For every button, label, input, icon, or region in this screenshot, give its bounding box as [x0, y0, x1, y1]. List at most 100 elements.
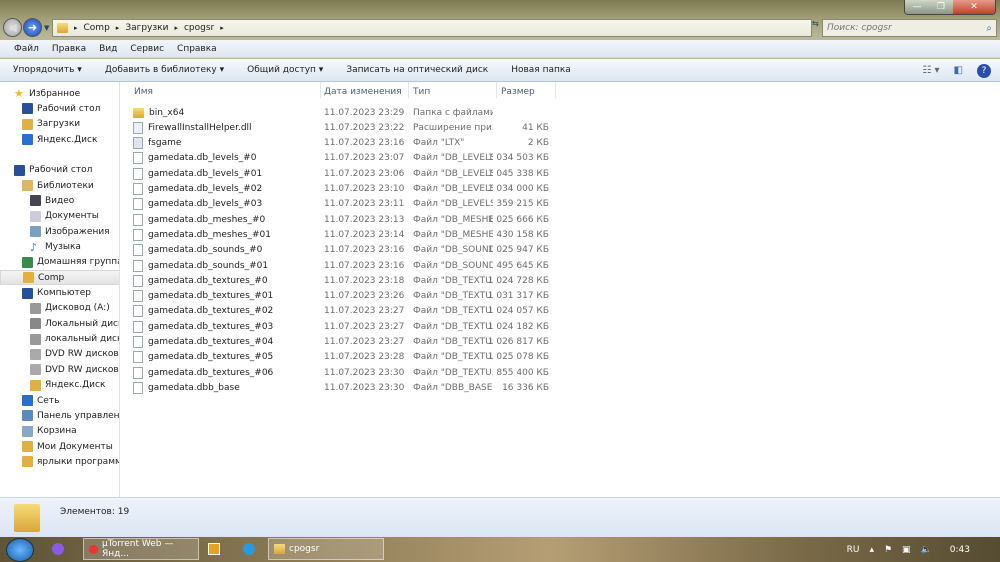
refresh-icon[interactable]: ⇆ — [812, 19, 821, 37]
nav-item[interactable]: DVD RW дисковод — [0, 362, 119, 377]
navigation-pane[interactable]: ★ Избранное Рабочий стол Загрузки Яндекс.Дис… — [0, 82, 120, 497]
breadcrumb-arrow[interactable]: ▸ — [220, 24, 224, 32]
file-row[interactable]: fsgame 11.07.2023 23:16 Файл "LTX" 2 КБ — [133, 136, 558, 151]
menu-item[interactable]: Справка — [177, 44, 217, 54]
file-row[interactable]: gamedata.db_levels_#02 11.07.2023 23:10 Фа… — [133, 182, 558, 197]
menu-item[interactable]: Вид — [99, 44, 117, 54]
nav-item[interactable]: локальный диск(Д — [0, 332, 119, 347]
file-row[interactable]: gamedata.db_meshes_#0 11.07.2023 23:13 Фай… — [133, 212, 558, 227]
nav-item[interactable]: Яндекс.Диск — [0, 132, 119, 147]
search-icon[interactable]: ⌕ — [986, 23, 992, 34]
minimize-button[interactable]: — — [905, 0, 929, 14]
nav-item[interactable]: DVD RW дисковод — [0, 347, 119, 362]
file-row[interactable]: gamedata.db_sounds_#0 11.07.2023 23:16 Фай… — [133, 243, 558, 258]
taskbar-item-utorrent[interactable]: µTorrent Web — Янд... — [83, 538, 199, 560]
breadcrumb-arrow[interactable]: ▸ — [116, 24, 120, 32]
breadcrumb-arrow[interactable]: ▸ — [174, 24, 178, 32]
preview-pane-icon[interactable]: ◧ — [954, 65, 963, 76]
nav-item[interactable]: Библиотеки — [0, 178, 119, 193]
nav-item[interactable]: Видео — [0, 193, 119, 208]
help-icon[interactable]: ? — [977, 63, 991, 78]
nav-item[interactable]: Домашняя группа — [0, 255, 119, 270]
add-to-library-button[interactable]: Добавить в библиотеку ▾ — [105, 65, 224, 75]
column-header-size[interactable]: Размер — [501, 84, 535, 99]
nav-item[interactable]: Рабочий стол — [0, 163, 119, 178]
file-row[interactable]: gamedata.db_textures_#05 11.07.2023 23:28… — [133, 350, 558, 365]
start-button[interactable] — [6, 537, 34, 562]
nav-item[interactable]: Рабочий стол — [0, 101, 119, 116]
column-divider[interactable] — [496, 82, 497, 98]
file-row[interactable]: gamedata.db_textures_#04 11.07.2023 23:27… — [133, 335, 558, 350]
file-row[interactable]: gamedata.db_textures_#06 11.07.2023 23:30… — [133, 365, 558, 380]
show-hidden-icons[interactable]: ▴ — [869, 545, 874, 555]
maximize-button[interactable]: ❐ — [929, 0, 953, 14]
nav-item[interactable]: Сеть — [0, 393, 119, 408]
language-indicator[interactable]: RU — [847, 545, 860, 555]
file-row[interactable]: gamedata.db_textures_#02 11.07.2023 23:27… — [133, 304, 558, 319]
file-size: 359 215 КБ — [496, 199, 549, 210]
nav-item[interactable]: Документы — [0, 209, 119, 224]
nav-item[interactable]: Изображения — [0, 224, 119, 239]
address-bar[interactable]: ▸ Comp ▸ Загрузки ▸ cpogsr ▸ — [52, 19, 812, 37]
file-row[interactable]: gamedata.db_textures_#0 11.07.2023 23:18 Ф… — [133, 273, 558, 288]
new-folder-button[interactable]: Новая папка — [511, 65, 571, 75]
search-input[interactable] — [827, 23, 977, 33]
action-center-flag-icon[interactable]: ⚑ — [884, 545, 892, 555]
back-button[interactable]: ◀ — [3, 18, 22, 37]
organize-button[interactable]: Упорядочить ▾ — [13, 65, 82, 75]
file-row[interactable]: bin_x64 11.07.2023 23:29 Папка с файлами — [133, 105, 558, 120]
file-row[interactable]: gamedata.db_meshes_#01 11.07.2023 23:14 Фа… — [133, 227, 558, 242]
file-row[interactable]: gamedata.db_sounds_#01 11.07.2023 23:16 Фа… — [133, 258, 558, 273]
file-row[interactable]: gamedata.db_levels_#03 11.07.2023 23:11 Фа… — [133, 197, 558, 212]
file-row[interactable]: FirewallInstallHelper.dll 11.07.2023 23:2… — [133, 120, 558, 135]
breadcrumb-item[interactable]: Comp — [84, 23, 110, 33]
menu-item[interactable]: Правка — [52, 44, 86, 54]
menu-item[interactable]: Сервис — [130, 44, 164, 54]
file-row[interactable]: gamedata.dbb_base 11.07.2023 23:30 Файл "D… — [133, 380, 558, 395]
file-date: 11.07.2023 23:14 — [324, 229, 405, 240]
file-type: Файл "DB_SOUND... — [413, 260, 493, 271]
nav-item[interactable]: ★ Избранное — [0, 86, 119, 101]
nav-item[interactable]: Дисковод (A:) — [0, 301, 119, 316]
file-row[interactable]: gamedata.db_textures_#01 11.07.2023 23:26… — [133, 289, 558, 304]
nav-item[interactable]: Яндекс.Диск — [0, 378, 119, 393]
column-divider[interactable] — [320, 82, 321, 98]
breadcrumb-arrow[interactable]: ▸ — [74, 24, 78, 32]
taskbar-item-explorer[interactable]: cpogsr — [268, 538, 384, 560]
telegram-icon[interactable] — [243, 543, 255, 555]
breadcrumb-item[interactable]: Загрузки — [125, 23, 168, 33]
nav-item[interactable]: Корзина — [0, 424, 119, 439]
nav-item[interactable]: Панель управления — [0, 408, 119, 423]
share-button[interactable]: Общий доступ ▾ — [247, 65, 323, 75]
nav-item[interactable]: Мои Документы — [0, 439, 119, 454]
nav-item[interactable]: Компьютер — [0, 286, 119, 301]
nav-item[interactable]: ярлыки программ — [0, 454, 119, 469]
clock[interactable]: 0:43 — [950, 545, 970, 555]
file-row[interactable]: gamedata.db_levels_#0 11.07.2023 23:07 Фай… — [133, 151, 558, 166]
file-row[interactable]: gamedata.db_textures_#03 11.07.2023 23:27… — [133, 319, 558, 334]
forward-button[interactable]: ➜ — [23, 18, 42, 37]
nav-item[interactable]: Локальный диск (С — [0, 316, 119, 331]
folder-icon — [57, 23, 68, 33]
file-row[interactable]: gamedata.db_levels_#01 11.07.2023 23:06 Фа… — [133, 166, 558, 181]
app-icon[interactable] — [52, 543, 64, 555]
nav-item[interactable]: ♪ Музыка — [0, 240, 119, 255]
menu-item[interactable]: Файл — [14, 44, 39, 54]
volume-icon[interactable]: 🔈 — [921, 545, 932, 555]
close-button[interactable]: ✕ — [953, 0, 995, 14]
nav-item[interactable]: Comp — [0, 270, 119, 286]
column-header-name[interactable]: Имя — [134, 84, 153, 99]
network-icon[interactable]: ▣ — [902, 545, 911, 555]
file-name: gamedata.db_levels_#03 — [148, 199, 263, 210]
column-header-date[interactable]: Дата изменения — [324, 84, 402, 99]
folder-icon — [22, 441, 33, 453]
view-options-icon[interactable]: ☷ ▾ — [922, 65, 939, 76]
column-divider[interactable] — [408, 82, 409, 98]
nav-item[interactable]: Загрузки — [0, 117, 119, 132]
column-header-type[interactable]: Тип — [413, 84, 430, 99]
burn-button[interactable]: Записать на оптический диск — [346, 65, 488, 75]
column-divider[interactable] — [555, 82, 556, 98]
media-player-icon[interactable] — [208, 543, 220, 555]
breadcrumb-item[interactable]: cpogsr — [184, 23, 214, 33]
recent-pages-dropdown[interactable]: ▼ — [44, 24, 49, 32]
